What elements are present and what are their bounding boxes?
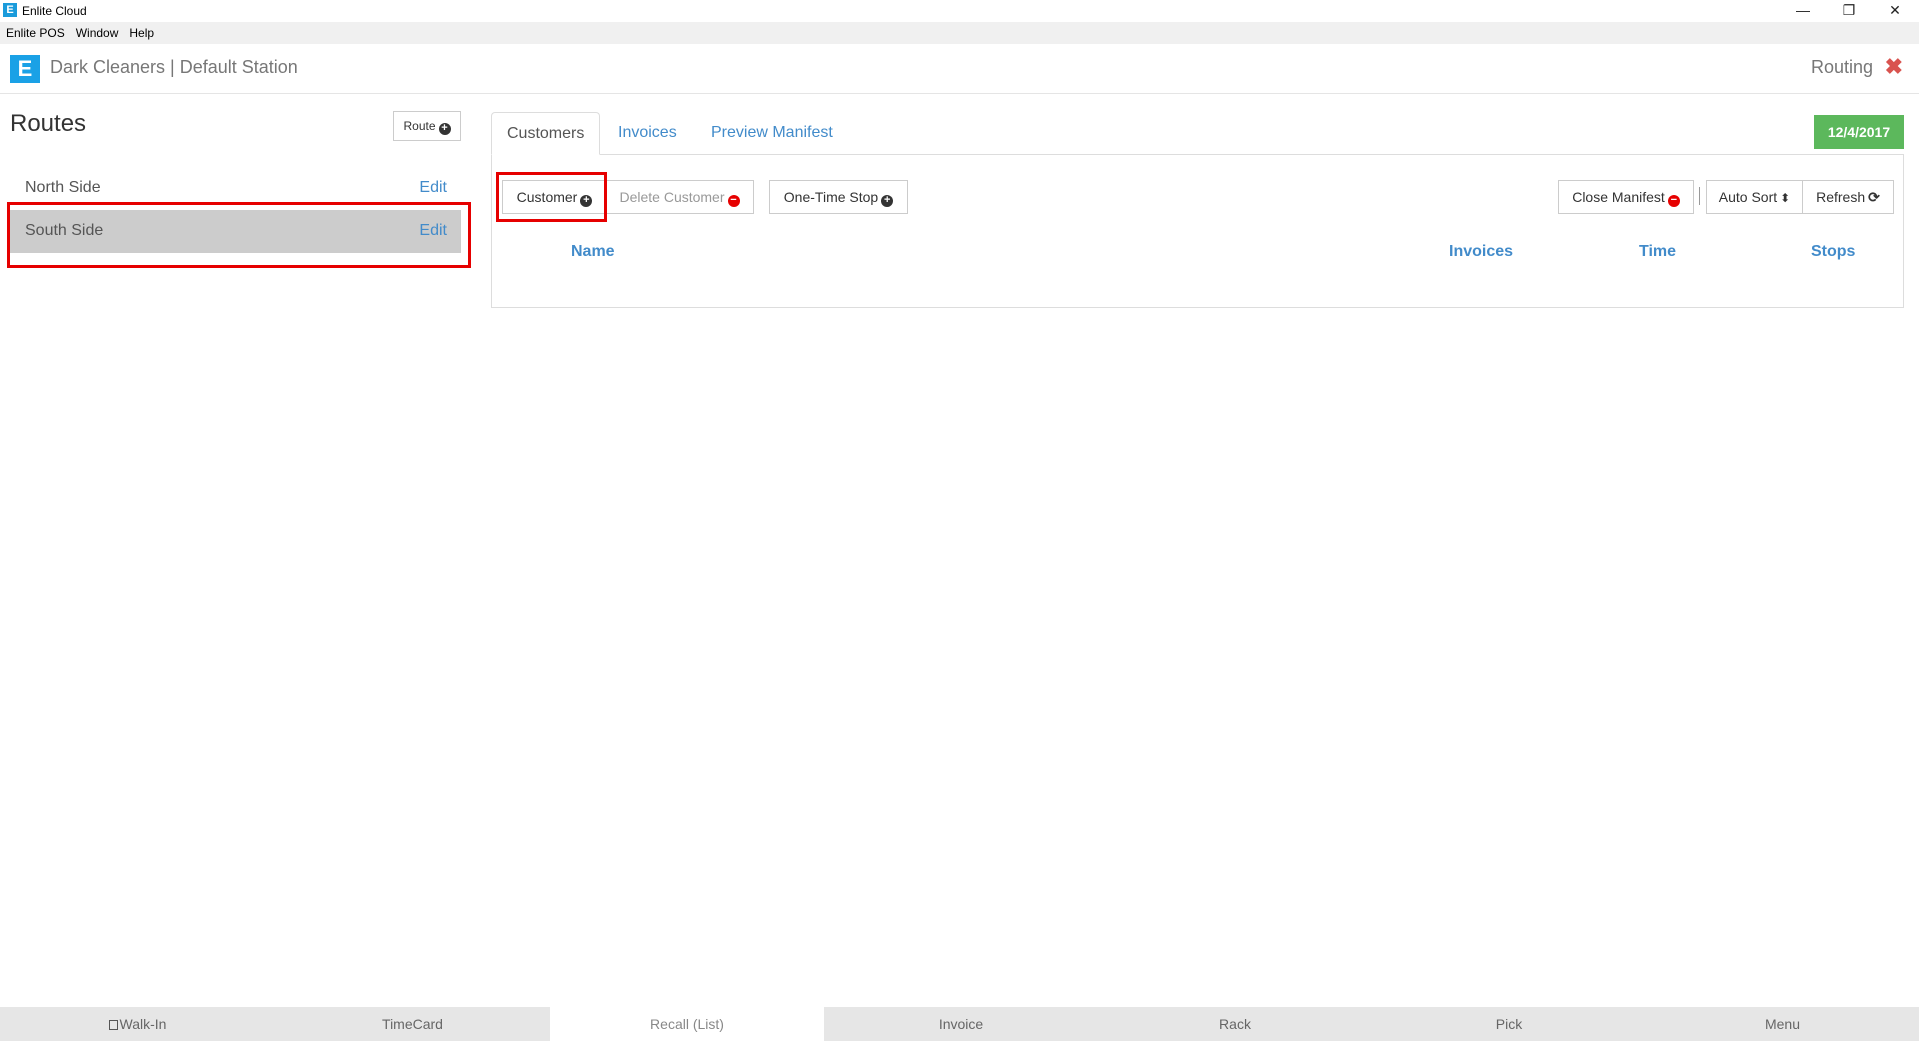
- tab-preview-manifest[interactable]: Preview Manifest: [711, 112, 833, 155]
- delete-customer-label: Delete Customer: [619, 189, 725, 205]
- route-name: North Side: [25, 179, 101, 196]
- tab-customers[interactable]: Customers: [491, 112, 601, 155]
- app-header: E Dark Cleaners | Default Station Routin…: [0, 44, 1919, 94]
- plus-circle-icon: +: [438, 123, 451, 135]
- nav-walk-in[interactable]: Walk-In: [0, 1007, 275, 1041]
- nav-pick[interactable]: Pick: [1372, 1007, 1646, 1041]
- nav-menu[interactable]: Menu: [1646, 1007, 1919, 1041]
- close-icon: ✕: [1889, 2, 1901, 18]
- one-time-stop-label: One-Time Stop: [783, 189, 879, 205]
- routes-heading: Routes: [10, 110, 87, 137]
- manifest-date-badge[interactable]: 12/4/2017: [1814, 115, 1904, 149]
- window-close-button[interactable]: ✕: [1872, 0, 1918, 22]
- customers-panel: [491, 154, 1904, 308]
- refresh-label: Refresh: [1816, 189, 1866, 205]
- plus-circle-icon: +: [881, 195, 894, 207]
- minus-circle-icon: −: [1667, 195, 1680, 207]
- menu-help[interactable]: Help: [123, 22, 159, 40]
- checkbox-icon: [108, 1020, 118, 1030]
- auto-sort-label: Auto Sort: [1718, 189, 1778, 205]
- module-title: Routing: [1810, 57, 1873, 77]
- edit-route-link[interactable]: Edit: [419, 179, 447, 197]
- station-title: Dark Cleaners | Default Station: [50, 57, 298, 77]
- one-time-stop-button[interactable]: One-Time Stop +: [769, 180, 908, 214]
- enlite-logo-icon: E: [10, 55, 40, 83]
- add-customer-button[interactable]: Customer +: [502, 180, 607, 214]
- menubar: Enlite POS Window Help: [0, 22, 1919, 44]
- nav-invoice[interactable]: Invoice: [824, 1007, 1098, 1041]
- column-header-invoices[interactable]: Invoices: [1449, 243, 1513, 261]
- minimize-button[interactable]: —: [1780, 0, 1826, 22]
- sort-icon: ⬍: [1780, 191, 1791, 205]
- toolbar-divider: [1699, 187, 1700, 205]
- bottom-nav-bar: Walk-In TimeCard Recall (List) Invoice R…: [0, 1007, 1919, 1041]
- app-logo-icon: E: [3, 3, 17, 17]
- delete-customer-button[interactable]: Delete Customer −: [606, 180, 754, 214]
- nav-recall-list[interactable]: Recall (List): [550, 1007, 824, 1041]
- add-route-button[interactable]: Route +: [393, 111, 461, 141]
- minus-circle-icon: −: [727, 195, 740, 207]
- add-route-label: Route: [403, 119, 436, 133]
- nav-label: Walk-In: [119, 1016, 167, 1032]
- restore-button[interactable]: ❐: [1826, 0, 1872, 22]
- tab-invoices[interactable]: Invoices: [618, 112, 677, 155]
- column-header-stops[interactable]: Stops: [1811, 243, 1855, 261]
- add-customer-label: Customer: [516, 189, 578, 205]
- close-manifest-label: Close Manifest: [1572, 189, 1665, 205]
- edit-route-link[interactable]: Edit: [419, 222, 447, 240]
- route-name: South Side: [25, 222, 104, 239]
- restore-icon: ❐: [1842, 2, 1856, 18]
- refresh-icon: ⟳: [1868, 189, 1880, 205]
- route-item-south-side[interactable]: South Side Edit: [10, 210, 461, 253]
- window-title: Enlite Cloud: [22, 4, 87, 18]
- minimize-icon: —: [1796, 2, 1810, 18]
- plus-circle-icon: +: [580, 195, 593, 207]
- menu-enlite-pos[interactable]: Enlite POS: [0, 22, 70, 40]
- column-header-time[interactable]: Time: [1639, 243, 1676, 261]
- column-header-name[interactable]: Name: [571, 243, 615, 261]
- window-titlebar: E Enlite Cloud — ❐ ✕: [0, 0, 1919, 22]
- refresh-button[interactable]: Refresh ⟳: [1802, 180, 1894, 214]
- nav-rack[interactable]: Rack: [1098, 1007, 1372, 1041]
- close-module-icon[interactable]: ✖: [1885, 54, 1903, 80]
- menu-window[interactable]: Window: [70, 22, 124, 40]
- auto-sort-button[interactable]: Auto Sort ⬍: [1706, 180, 1803, 214]
- nav-timecard[interactable]: TimeCard: [275, 1007, 550, 1041]
- close-manifest-button[interactable]: Close Manifest −: [1558, 180, 1694, 214]
- route-item-north-side[interactable]: North Side Edit: [10, 167, 461, 210]
